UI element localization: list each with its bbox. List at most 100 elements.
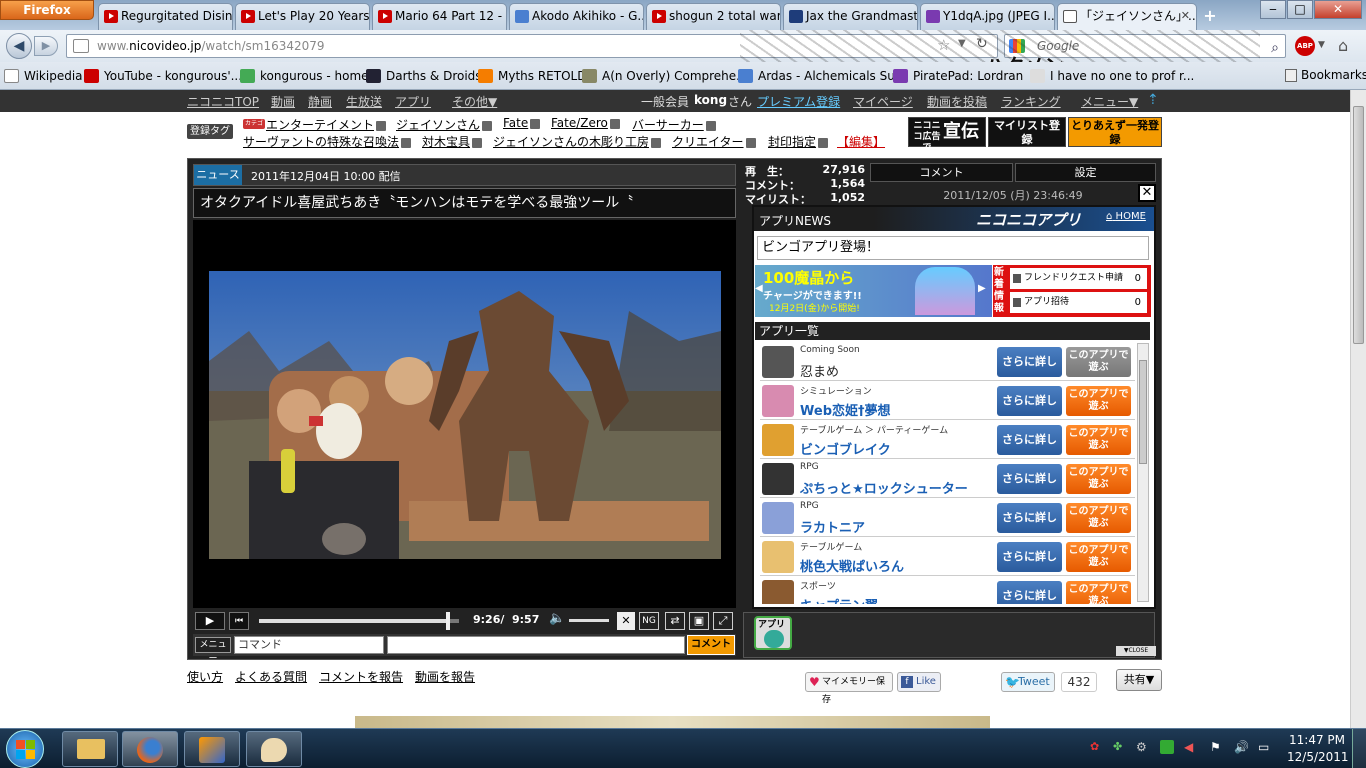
fullscreen-icon[interactable]: ⤢ — [713, 612, 733, 630]
scrollbar-thumb[interactable] — [1139, 360, 1147, 464]
tab-4[interactable]: Akodo Akihiko - G... — [509, 3, 644, 30]
nav-link-1[interactable]: ニコニコTOP — [187, 93, 259, 110]
app-name[interactable]: ビンゴブレイク — [800, 439, 891, 458]
chevron-down-icon[interactable]: ▼ — [1318, 40, 1325, 50]
tag-link[interactable]: クリエイター — [672, 133, 756, 150]
dictionary-icon[interactable] — [472, 137, 483, 148]
app-banner[interactable]: ◀ 100魔晶から チャージができます!! 12月2日(金)から開始! ▶ — [755, 265, 992, 317]
nav-right-link-1[interactable]: プレミアム登録 — [757, 93, 840, 110]
friend-request-item[interactable]: フレンドリクエスト申請 0 — [1010, 268, 1147, 289]
bookmark-5[interactable]: Myths RETOLD — [478, 68, 586, 84]
app-detail-button[interactable]: さらに詳しく — [997, 425, 1062, 476]
adblock-icon[interactable]: ABP — [1295, 36, 1315, 56]
app-list-item[interactable]: RPG ラカトニア さらに詳しくこのアプリで遊ぶ — [760, 499, 1135, 554]
comment-input[interactable] — [387, 636, 685, 654]
app-list-item[interactable]: RPG ぷちっと★ロックシューター さらに詳しくこのアプリで遊ぶ — [760, 460, 1135, 515]
tag-link[interactable]: ジェイソンさん — [396, 116, 493, 133]
bookmark-star-icon[interactable]: ☆ — [937, 36, 950, 54]
page-scrollbar[interactable] — [1350, 90, 1366, 728]
dictionary-icon[interactable] — [705, 120, 716, 131]
tag-link[interactable]: サーヴァントの特殊な召喚法 — [243, 133, 412, 150]
bookmark-4[interactable]: Darths & Droids — [366, 68, 482, 84]
back-arrow-icon[interactable]: ◀ — [6, 33, 32, 59]
app-list-item[interactable]: スポーツキャプテン翼 さらに詳しくこのアプリで遊ぶ — [760, 577, 1135, 604]
dictionary-icon[interactable] — [651, 137, 662, 148]
dictionary-icon[interactable] — [745, 137, 756, 148]
scroll-top-icon[interactable]: ⇡ — [1147, 92, 1159, 108]
app-name[interactable]: Web恋姫†夢想 — [800, 400, 891, 419]
app-list-item[interactable]: シミュレーション Web恋姫†夢想 さらに詳しくこのアプリで遊ぶ — [760, 382, 1135, 437]
app-invite-item[interactable]: アプリ招待 0 — [1010, 292, 1147, 313]
comment-submit-button[interactable]: コメント — [687, 635, 735, 655]
home-icon[interactable]: ⌂ — [1338, 36, 1348, 55]
app-headline[interactable]: ビンゴアプリ登場！ — [757, 236, 1149, 260]
steam-icon[interactable]: ⚙ — [1136, 740, 1150, 754]
video-frame[interactable] — [209, 271, 721, 559]
volume-slider[interactable] — [569, 619, 609, 622]
ad-banner[interactable] — [355, 716, 990, 728]
nav-link-3[interactable]: 静画 — [308, 93, 332, 110]
nav-link-5[interactable]: アプリ — [395, 93, 431, 110]
new-tab-button[interactable]: + — [1200, 6, 1220, 26]
command-input[interactable]: コマンド — [234, 636, 384, 654]
app-name[interactable]: 忍まめ — [800, 361, 839, 380]
app-detail-button[interactable]: さらに詳しく — [997, 347, 1062, 398]
tab-settings[interactable]: 設定 — [1015, 163, 1156, 182]
tag-link[interactable]: Fate/Zero — [551, 116, 620, 130]
bookmark-7[interactable]: Ardas - Alchemicals Su... — [738, 68, 906, 84]
close-icon[interactable]: ✕ — [1138, 184, 1156, 202]
tab-1[interactable]: Regurgitated Disin... — [98, 3, 233, 30]
tag-link[interactable]: 対木宝具 — [422, 133, 483, 150]
repeat-icon[interactable]: ⇄ — [665, 612, 685, 630]
nav-right-link-4[interactable]: ランキング — [1001, 93, 1061, 110]
flag-icon[interactable]: ⚑ — [1210, 740, 1224, 754]
paint-taskbar-button[interactable] — [246, 731, 302, 767]
forward-arrow-icon[interactable]: ▶ — [34, 36, 58, 56]
tab-7[interactable]: Y1dqA.jpg (JPEG I... — [920, 3, 1055, 30]
app-list-item[interactable]: テーブルゲーム桃色大戦ぱいろん さらに詳しくこのアプリで遊ぶ — [760, 538, 1135, 593]
tag-link[interactable]: 封印指定 — [768, 133, 829, 150]
home-link[interactable]: ⌂ HOME — [1106, 211, 1146, 222]
app-name[interactable]: ぷちっと★ロックシューター — [800, 478, 968, 497]
tag-link[interactable]: エンターテイメント — [266, 116, 387, 133]
network-icon[interactable]: ▭ — [1258, 740, 1272, 754]
url-bar[interactable]: www.nicovideo.jp/watch/sm16342079 — [66, 34, 998, 58]
tag-link[interactable]: バーサーカー — [632, 116, 716, 133]
nav-right-link-5[interactable]: メニュー▼ — [1081, 93, 1138, 110]
facebook-like-button[interactable]: f Like — [897, 672, 941, 692]
bookmarks-menu-button[interactable]: Bookmarks — [1285, 68, 1366, 82]
bookmark-8[interactable]: PiratePad: Lordran — [893, 68, 1023, 84]
bookmark-3[interactable]: kongurous - home — [240, 68, 369, 84]
nav-right-link-2[interactable]: マイページ — [853, 93, 913, 110]
dock-close-button[interactable]: ▼CLOSE — [1116, 646, 1156, 656]
dictionary-icon[interactable] — [530, 118, 541, 129]
close-window-button[interactable]: ✕ — [1314, 0, 1362, 19]
green-check-icon[interactable] — [1160, 740, 1174, 754]
footer-link-1[interactable]: 使い方 — [187, 668, 223, 685]
app-name[interactable]: 桃色大戦ぱいろん — [800, 556, 904, 575]
close-tab-icon[interactable]: ✕ — [1181, 4, 1190, 28]
app-detail-button[interactable]: さらに詳しく — [997, 503, 1062, 554]
comment-toggle-icon[interactable]: ✕ — [617, 612, 635, 630]
explorer-taskbar-button[interactable] — [62, 731, 118, 767]
razer-icon[interactable]: ✤ — [1113, 740, 1127, 754]
edit-tags-link[interactable]: 【編集】 — [837, 133, 885, 150]
app-name[interactable]: ラカトニア — [800, 517, 865, 536]
nav-link-4[interactable]: 生放送 — [346, 93, 382, 110]
footer-link-2[interactable]: よくある質問 — [235, 668, 307, 685]
advertise-button[interactable]: ニコニコ広告で 宣伝 — [908, 117, 986, 153]
app-detail-button[interactable]: さらに詳しく — [997, 542, 1062, 593]
quick-mylist-button[interactable]: とりあえず一発登録 — [1068, 117, 1162, 147]
bookmark-2[interactable]: YouTube - kongurous'... — [84, 68, 242, 84]
clock-date[interactable]: 12/5/2011 — [1287, 750, 1349, 764]
tab-comment[interactable]: コメント — [870, 163, 1013, 182]
seek-bar[interactable] — [259, 619, 459, 623]
app-list-scrollbar[interactable] — [1137, 343, 1149, 602]
app-taskbar-button[interactable] — [184, 731, 240, 767]
chevron-down-icon[interactable]: ▼ — [958, 38, 966, 49]
memory-button[interactable]: ♥ マイメモリー保存 — [805, 672, 893, 705]
dictionary-icon[interactable] — [376, 120, 387, 131]
volume-icon[interactable]: 🔈 — [549, 611, 565, 626]
minimize-button[interactable]: ‒ — [1260, 0, 1286, 19]
maximize-button[interactable]: □ — [1287, 0, 1313, 19]
